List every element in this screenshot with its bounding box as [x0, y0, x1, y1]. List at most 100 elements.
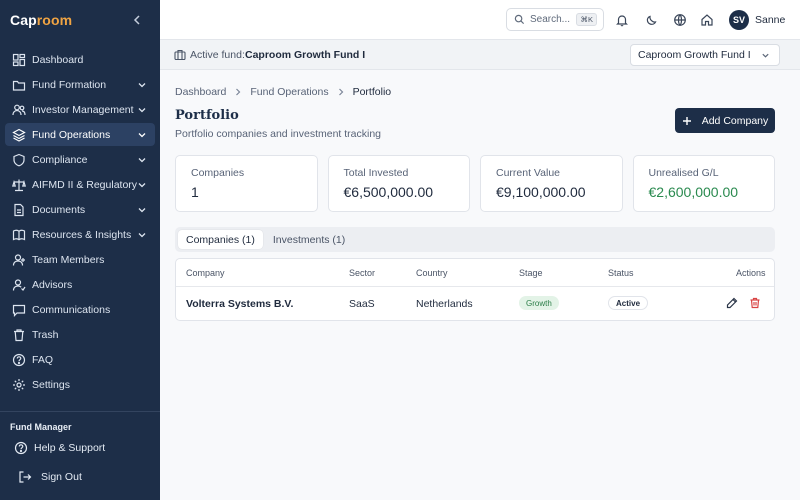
sidebar-item-faq[interactable]: FAQ: [5, 348, 155, 371]
sidebar-item-label: Fund Formation: [32, 78, 107, 91]
plus-icon: [682, 116, 691, 125]
chevron-down-icon: [138, 107, 146, 112]
stat-value: €6,500,000.00: [343, 184, 434, 200]
chevron-down-icon: [762, 53, 769, 58]
role-label: Fund Manager: [10, 422, 72, 432]
sidebar-divider: [0, 411, 160, 412]
stat-label: Unrealised G/L: [648, 167, 719, 179]
tab-companies[interactable]: Companies (1): [178, 230, 263, 249]
help-support-link[interactable]: Help & Support: [14, 441, 105, 455]
fund-selector-value: Caproom Growth Fund I: [638, 49, 751, 61]
sidebar-item-label: Team Members: [32, 253, 105, 266]
chevron-down-icon: [138, 132, 146, 137]
sidebar-item-investor-management[interactable]: Investor Management: [5, 98, 155, 121]
column-header-stage[interactable]: Stage: [519, 268, 543, 278]
user-name[interactable]: Sanne: [755, 14, 785, 26]
add-company-button[interactable]: Add Company: [675, 108, 775, 133]
sidebar-item-aifmd-regulatory[interactable]: AIFMD II & Regulatory: [5, 173, 155, 196]
chevron-right-icon: [338, 88, 343, 96]
message-icon: [12, 304, 26, 317]
chevron-right-icon: [236, 88, 241, 96]
sidebar-item-communications[interactable]: Communications: [5, 298, 155, 321]
sidebar-item-resources-insights[interactable]: Resources & Insights: [5, 223, 155, 246]
column-header-company[interactable]: Company: [186, 268, 225, 278]
tab-investments[interactable]: Investments (1): [265, 230, 353, 249]
delete-icon[interactable]: [749, 297, 761, 309]
book-icon: [12, 229, 26, 240]
search-shortcut-badge: ⌘K: [576, 13, 597, 26]
column-header-country[interactable]: Country: [416, 268, 448, 278]
cell-company[interactable]: Volterra Systems B.V.: [186, 298, 293, 310]
building-icon: [174, 49, 186, 61]
sidebar-item-trash[interactable]: Trash: [5, 323, 155, 346]
breadcrumb-dashboard[interactable]: Dashboard: [175, 86, 226, 98]
edit-icon[interactable]: [726, 297, 738, 309]
scale-icon: [12, 179, 26, 191]
fund-selector[interactable]: Caproom Growth Fund I: [630, 44, 780, 66]
moon-icon[interactable]: [645, 13, 659, 27]
bell-icon[interactable]: [615, 13, 629, 27]
brand-prefix: Cap: [10, 12, 37, 28]
sidebar-item-compliance[interactable]: Compliance: [5, 148, 155, 171]
gear-icon: [13, 378, 25, 391]
help-support-label: Help & Support: [34, 442, 106, 454]
search-placeholder: Search...: [530, 14, 571, 25]
stats-row: Companies 1 Total Invested €6,500,000.00…: [175, 155, 775, 212]
avatar[interactable]: SV: [729, 10, 749, 30]
stat-value: €2,600,000.00: [648, 184, 739, 200]
chevron-down-icon: [138, 207, 146, 212]
brand-suffix: room: [36, 12, 73, 28]
sidebar-item-label: Compliance: [32, 153, 88, 166]
stat-card-unrealised-gl: Unrealised G/L €2,600,000.00: [632, 155, 775, 212]
sidebar-item-documents[interactable]: Documents: [5, 198, 155, 221]
status-badge: Active: [608, 296, 649, 310]
stat-value: €9,100,000.00: [496, 184, 586, 200]
column-header-status[interactable]: Status: [608, 268, 634, 278]
stat-value: 1: [191, 184, 199, 200]
sidebar-item-label: Investor Management: [32, 103, 134, 116]
folder-icon: [12, 80, 26, 91]
sidebar-item-team-members[interactable]: Team Members: [5, 248, 155, 271]
shield-icon: [13, 153, 25, 166]
trash-icon: [14, 328, 24, 341]
breadcrumb: Dashboard Fund Operations Portfolio: [175, 86, 391, 98]
stat-card-current-value: Current Value €9,100,000.00: [480, 155, 623, 212]
page-subtitle: Portfolio companies and investment track…: [175, 128, 382, 140]
stat-label: Current Value: [496, 167, 561, 179]
chevron-down-icon: [138, 232, 146, 237]
column-header-sector[interactable]: Sector: [349, 268, 375, 278]
divider: [176, 286, 774, 287]
stat-card-total-invested: Total Invested €6,500,000.00: [327, 155, 470, 212]
home-icon[interactable]: [700, 13, 714, 27]
sidebar-item-advisors[interactable]: Advisors: [5, 273, 155, 296]
active-fund-label: Active fund:: [190, 49, 245, 61]
companies-table: Company Sector Country Stage Status Acti…: [175, 258, 775, 321]
sidebar-item-label: Advisors: [32, 278, 73, 291]
cell-sector: SaaS: [349, 298, 375, 310]
advisor-icon: [12, 278, 26, 291]
sidebar-item-fund-formation[interactable]: Fund Formation: [5, 73, 155, 96]
sidebar-item-label: Fund Operations: [32, 128, 111, 141]
sidebar-item-fund-operations[interactable]: Fund Operations: [5, 123, 155, 146]
tabs: Companies (1) Investments (1): [175, 227, 775, 252]
stat-label: Companies: [191, 167, 245, 179]
active-fund-name: Caproom Growth Fund I: [245, 49, 366, 61]
top-bar: Search... ⌘K SV Sanne: [160, 0, 800, 40]
document-icon: [14, 203, 24, 216]
search-input[interactable]: Search... ⌘K: [506, 8, 604, 31]
globe-icon[interactable]: [673, 13, 687, 27]
active-fund-bar: Active fund: Caproom Growth Fund I Capro…: [160, 40, 800, 70]
brand-logo[interactable]: Caproom: [10, 12, 72, 28]
breadcrumb-fund-operations[interactable]: Fund Operations: [250, 86, 328, 98]
logout-icon: [19, 471, 32, 483]
sign-out-button[interactable]: Sign Out: [18, 470, 82, 484]
collapse-sidebar-icon[interactable]: [131, 13, 143, 27]
breadcrumb-current: Portfolio: [352, 86, 392, 98]
sidebar-item-settings[interactable]: Settings: [5, 373, 155, 396]
chevron-down-icon: [138, 182, 146, 187]
help-circle-icon: [14, 441, 28, 455]
stat-label: Total Invested: [343, 167, 409, 179]
sidebar-item-label: Dashboard: [32, 53, 84, 66]
sidebar-item-dashboard[interactable]: Dashboard: [5, 48, 155, 71]
sidebar-item-label: Communications: [32, 303, 111, 316]
